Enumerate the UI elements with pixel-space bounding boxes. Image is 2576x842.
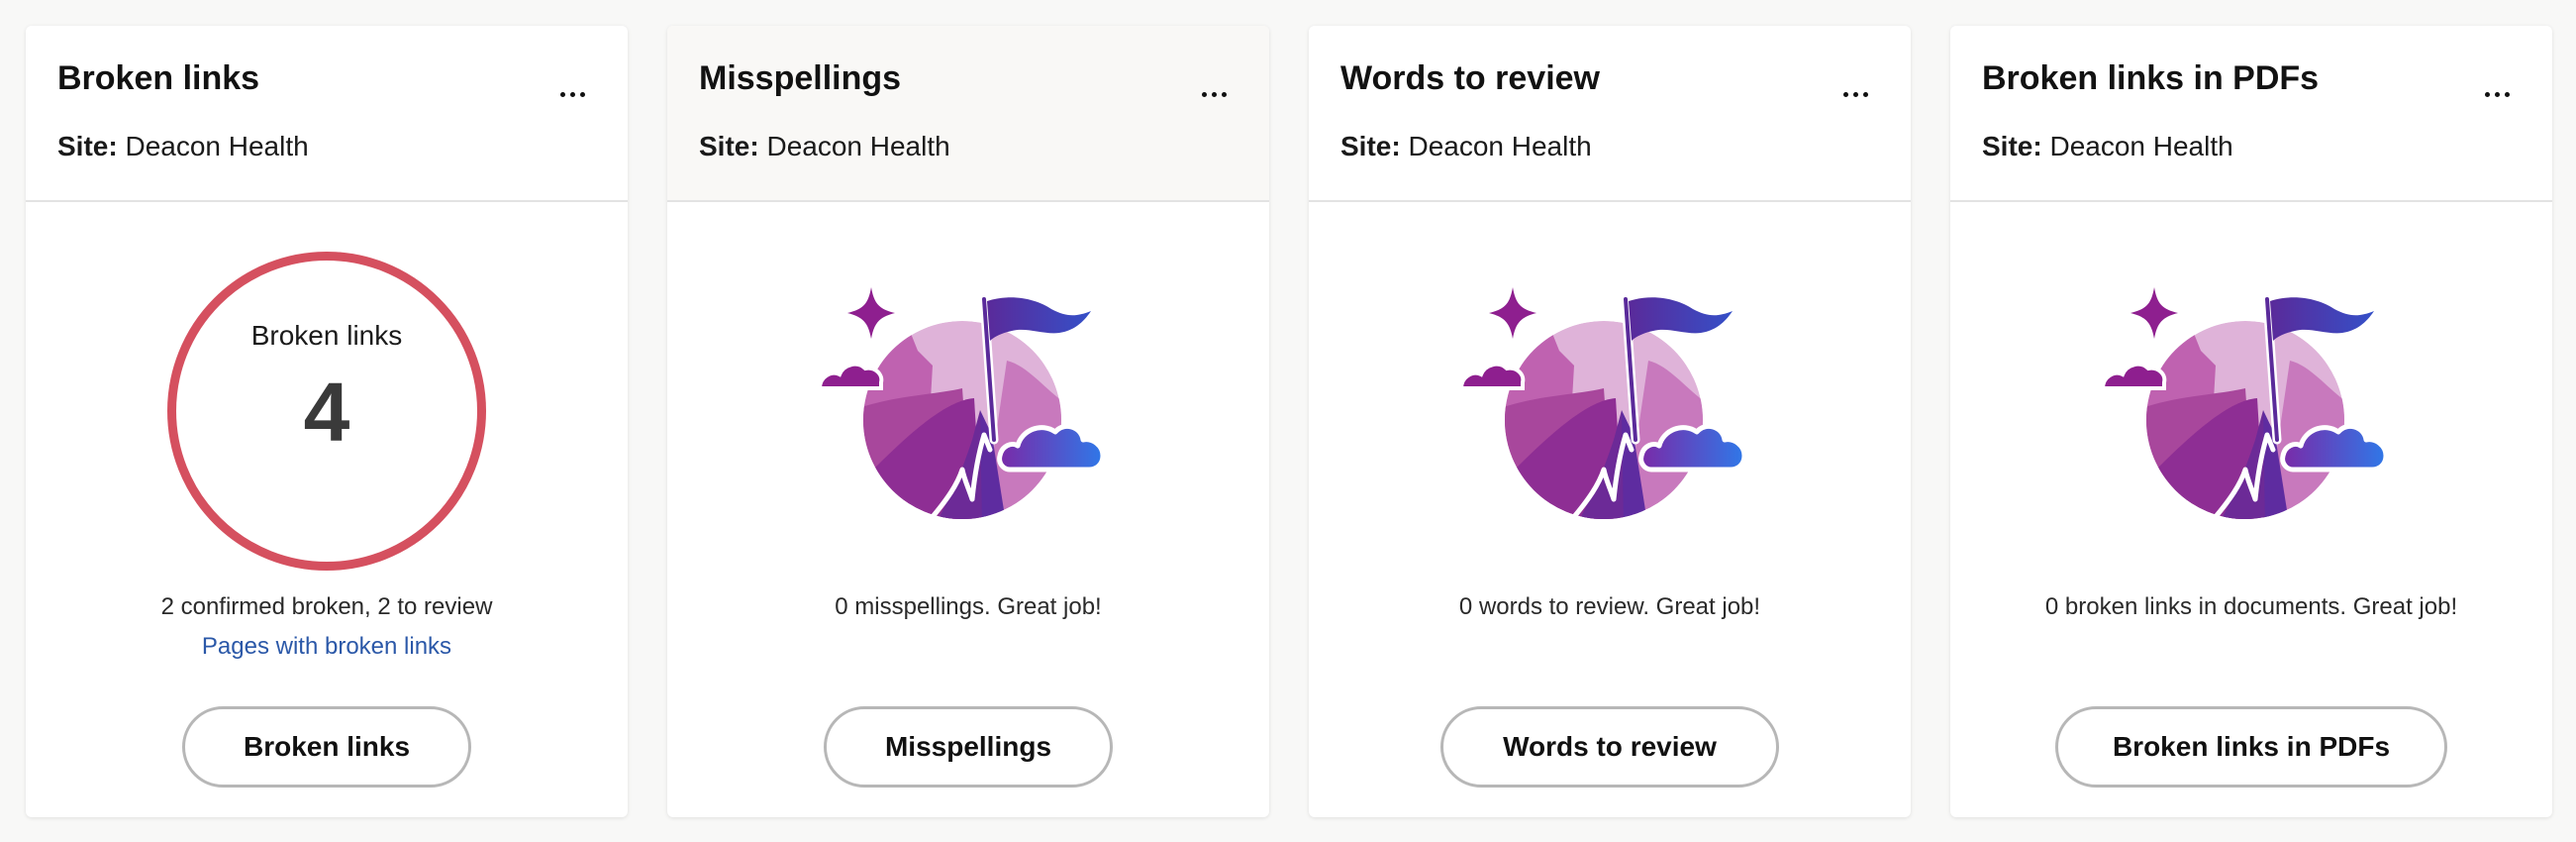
card-header: Broken links in PDFs Site: Deacon Health <box>1950 26 2552 202</box>
site-line: Site: Deacon Health <box>1982 131 2233 162</box>
menu-dot <box>559 91 565 97</box>
site-label: Site: <box>1340 131 1401 161</box>
card-title: Misspellings <box>699 59 902 97</box>
card-body: 0 broken links in documents. Great job! … <box>1950 202 2552 817</box>
summary-text: 0 misspellings. Great job! <box>835 593 1102 620</box>
menu-dot <box>1221 91 1227 97</box>
dashboard-cards: Broken links Site: Deacon Health Broken … <box>26 26 2552 817</box>
site-line: Site: Deacon Health <box>699 131 950 162</box>
site-label: Site: <box>57 131 118 161</box>
misspellings-card: Misspellings Site: Deacon Health 0 missp… <box>667 26 1269 817</box>
site-name: Deacon Health <box>125 131 309 161</box>
misspellings-button[interactable]: Misspellings <box>824 706 1113 788</box>
card-body: 0 words to review. Great job! Words to r… <box>1309 202 1911 817</box>
card-title: Words to review <box>1340 59 1600 97</box>
more-options-icon[interactable] <box>552 81 592 107</box>
site-line: Site: Deacon Health <box>57 131 309 162</box>
success-flag-illustration-icon <box>2097 271 2404 539</box>
more-options-icon[interactable] <box>1194 81 1234 107</box>
site-label: Site: <box>699 131 759 161</box>
more-options-icon[interactable] <box>1835 81 1875 107</box>
menu-dot <box>2494 91 2500 97</box>
card-title: Broken links <box>57 59 260 97</box>
more-options-icon[interactable] <box>2477 81 2517 107</box>
site-name: Deacon Health <box>766 131 950 161</box>
menu-dot <box>1852 91 1858 97</box>
menu-dot <box>1862 91 1868 97</box>
card-title: Broken links in PDFs <box>1982 59 2320 97</box>
broken-links-in-pdfs-card: Broken links in PDFs Site: Deacon Health… <box>1950 26 2552 817</box>
success-flag-illustration-icon <box>814 271 1121 539</box>
site-name: Deacon Health <box>1408 131 1592 161</box>
summary-text: 2 confirmed broken, 2 to review <box>160 593 493 620</box>
menu-dot <box>2484 91 2490 97</box>
broken-links-card: Broken links Site: Deacon Health Broken … <box>26 26 628 817</box>
card-header: Broken links Site: Deacon Health <box>26 26 628 202</box>
menu-dot <box>569 91 575 97</box>
card-body: 0 misspellings. Great job! Misspellings <box>667 202 1269 817</box>
menu-dot <box>1211 91 1217 97</box>
card-header: Words to review Site: Deacon Health <box>1309 26 1911 202</box>
broken-links-button[interactable]: Broken links <box>182 706 471 788</box>
pages-with-broken-links-link[interactable]: Pages with broken links <box>26 633 628 661</box>
words-to-review-card: Words to review Site: Deacon Health 0 wo… <box>1309 26 1911 817</box>
ring-label: Broken links <box>250 320 403 351</box>
site-name: Deacon Health <box>2049 131 2233 161</box>
menu-dot <box>2504 91 2510 97</box>
broken-links-count: 4 <box>303 366 350 459</box>
broken-links-in-pdfs-button[interactable]: Broken links in PDFs <box>2055 706 2447 788</box>
broken-links-count-ring: Broken links 4 <box>167 252 486 571</box>
site-label: Site: <box>1982 131 2042 161</box>
menu-dot <box>1201 91 1207 97</box>
card-body: Broken links 4 2 confirmed broken, 2 to … <box>26 202 628 817</box>
card-header: Misspellings Site: Deacon Health <box>667 26 1269 202</box>
summary-text: 0 broken links in documents. Great job! <box>2044 593 2458 620</box>
menu-dot <box>579 91 585 97</box>
site-line: Site: Deacon Health <box>1340 131 1592 162</box>
words-to-review-button[interactable]: Words to review <box>1440 706 1779 788</box>
success-flag-illustration-icon <box>1455 271 1762 539</box>
menu-dot <box>1842 91 1848 97</box>
summary-text: 0 words to review. Great job! <box>1458 593 1761 620</box>
